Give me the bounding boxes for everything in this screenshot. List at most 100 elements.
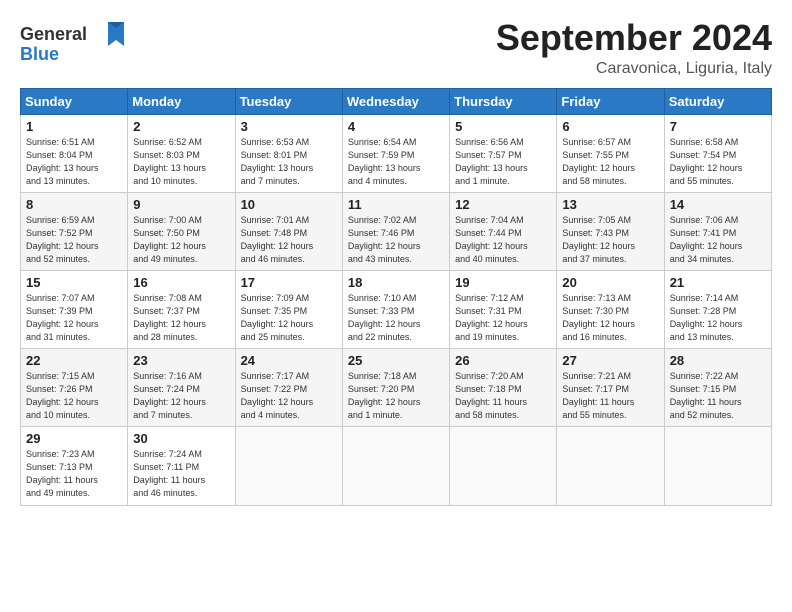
day-number: 26 — [455, 353, 552, 368]
calendar-cell: 18 Sunrise: 7:10 AM Sunset: 7:33 PM Dayli… — [342, 270, 449, 348]
calendar-cell: 9Sunrise: 7:00 AM Sunset: 7:50 PM Daylig… — [128, 192, 235, 270]
day-number: 25 — [348, 353, 445, 368]
svg-text:Blue: Blue — [20, 44, 59, 64]
logo-text: General Blue — [20, 18, 125, 69]
day-info: Sunrise: 7:13 AM Sunset: 7:30 PM Dayligh… — [562, 292, 659, 344]
calendar-table: SundayMondayTuesdayWednesdayThursdayFrid… — [20, 88, 772, 506]
logo: General Blue — [20, 18, 125, 69]
day-number: 6 — [562, 119, 659, 134]
weekday-header-tuesday: Tuesday — [235, 88, 342, 114]
day-number: 10 — [241, 197, 338, 212]
day-info: Sunrise: 7:23 AM Sunset: 7:13 PM Dayligh… — [26, 448, 123, 500]
day-info: Sunrise: 7:17 AM Sunset: 7:22 PM Dayligh… — [241, 370, 338, 422]
calendar-cell: 29 Sunrise: 7:23 AM Sunset: 7:13 PM Dayli… — [21, 427, 128, 505]
day-info: Sunrise: 7:05 AM Sunset: 7:43 PM Dayligh… — [562, 214, 659, 266]
calendar-cell: 27Sunrise: 7:21 AM Sunset: 7:17 PM Dayli… — [557, 349, 664, 427]
day-number: 29 — [26, 431, 123, 446]
day-number: 4 — [348, 119, 445, 134]
calendar-cell: 24 Sunrise: 7:17 AM Sunset: 7:22 PM Dayli… — [235, 349, 342, 427]
weekday-header-thursday: Thursday — [450, 88, 557, 114]
calendar-cell: 5 Sunrise: 6:56 AM Sunset: 7:57 PM Daylig… — [450, 114, 557, 192]
calendar-cell — [342, 427, 449, 505]
day-info: Sunrise: 6:59 AM Sunset: 7:52 PM Dayligh… — [26, 214, 123, 266]
day-number: 23 — [133, 353, 230, 368]
day-info: Sunrise: 6:52 AM Sunset: 8:03 PM Dayligh… — [133, 136, 230, 188]
weekday-header-wednesday: Wednesday — [342, 88, 449, 114]
day-info: Sunrise: 7:08 AM Sunset: 7:37 PM Dayligh… — [133, 292, 230, 344]
week-row-1: 1 Sunrise: 6:51 AM Sunset: 8:04 PM Daylig… — [21, 114, 772, 192]
calendar-cell: 21 Sunrise: 7:14 AM Sunset: 7:28 PM Dayli… — [664, 270, 771, 348]
page: General Blue September 2024 Caravonica, … — [0, 0, 792, 516]
calendar-cell: 8 Sunrise: 6:59 AM Sunset: 7:52 PM Daylig… — [21, 192, 128, 270]
calendar-cell: 13Sunrise: 7:05 AM Sunset: 7:43 PM Dayli… — [557, 192, 664, 270]
month-title: September 2024 — [496, 18, 772, 58]
day-number: 3 — [241, 119, 338, 134]
weekday-header-saturday: Saturday — [664, 88, 771, 114]
day-info: Sunrise: 7:06 AM Sunset: 7:41 PM Dayligh… — [670, 214, 767, 266]
day-info: Sunrise: 7:09 AM Sunset: 7:35 PM Dayligh… — [241, 292, 338, 344]
week-row-5: 29 Sunrise: 7:23 AM Sunset: 7:13 PM Dayli… — [21, 427, 772, 505]
day-number: 30 — [133, 431, 230, 446]
calendar-cell — [557, 427, 664, 505]
calendar-cell: 7 Sunrise: 6:58 AM Sunset: 7:54 PM Daylig… — [664, 114, 771, 192]
day-number: 11 — [348, 197, 445, 212]
day-number: 24 — [241, 353, 338, 368]
calendar-cell — [664, 427, 771, 505]
calendar-cell: 14 Sunrise: 7:06 AM Sunset: 7:41 PM Dayli… — [664, 192, 771, 270]
day-number: 16 — [133, 275, 230, 290]
week-row-3: 15 Sunrise: 7:07 AM Sunset: 7:39 PM Dayli… — [21, 270, 772, 348]
week-row-4: 22Sunrise: 7:15 AM Sunset: 7:26 PM Dayli… — [21, 349, 772, 427]
calendar-cell: 3 Sunrise: 6:53 AM Sunset: 8:01 PM Daylig… — [235, 114, 342, 192]
svg-text:General: General — [20, 24, 87, 44]
day-number: 9 — [133, 197, 230, 212]
day-number: 15 — [26, 275, 123, 290]
calendar-cell: 23 Sunrise: 7:16 AM Sunset: 7:24 PM Dayli… — [128, 349, 235, 427]
day-number: 18 — [348, 275, 445, 290]
day-info: Sunrise: 6:58 AM Sunset: 7:54 PM Dayligh… — [670, 136, 767, 188]
day-info: Sunrise: 7:15 AM Sunset: 7:26 PM Dayligh… — [26, 370, 123, 422]
day-info: Sunrise: 7:02 AM Sunset: 7:46 PM Dayligh… — [348, 214, 445, 266]
calendar-cell: 16 Sunrise: 7:08 AM Sunset: 7:37 PM Dayli… — [128, 270, 235, 348]
day-number: 2 — [133, 119, 230, 134]
day-number: 21 — [670, 275, 767, 290]
calendar-cell: 1 Sunrise: 6:51 AM Sunset: 8:04 PM Daylig… — [21, 114, 128, 192]
day-info: Sunrise: 6:53 AM Sunset: 8:01 PM Dayligh… — [241, 136, 338, 188]
calendar-cell — [235, 427, 342, 505]
calendar-cell: 6 Sunrise: 6:57 AM Sunset: 7:55 PM Daylig… — [557, 114, 664, 192]
day-info: Sunrise: 7:10 AM Sunset: 7:33 PM Dayligh… — [348, 292, 445, 344]
calendar-cell: 15 Sunrise: 7:07 AM Sunset: 7:39 PM Dayli… — [21, 270, 128, 348]
weekday-header-monday: Monday — [128, 88, 235, 114]
day-number: 1 — [26, 119, 123, 134]
location-title: Caravonica, Liguria, Italy — [496, 60, 772, 78]
day-info: Sunrise: 6:51 AM Sunset: 8:04 PM Dayligh… — [26, 136, 123, 188]
day-number: 27 — [562, 353, 659, 368]
day-info: Sunrise: 7:16 AM Sunset: 7:24 PM Dayligh… — [133, 370, 230, 422]
day-info: Sunrise: 7:12 AM Sunset: 7:31 PM Dayligh… — [455, 292, 552, 344]
calendar-cell: 30 Sunrise: 7:24 AM Sunset: 7:11 PM Dayli… — [128, 427, 235, 505]
calendar-cell: 19 Sunrise: 7:12 AM Sunset: 7:31 PM Dayli… — [450, 270, 557, 348]
day-info: Sunrise: 7:01 AM Sunset: 7:48 PM Dayligh… — [241, 214, 338, 266]
day-number: 5 — [455, 119, 552, 134]
day-number: 8 — [26, 197, 123, 212]
day-info: Sunrise: 7:14 AM Sunset: 7:28 PM Dayligh… — [670, 292, 767, 344]
day-info: Sunrise: 6:56 AM Sunset: 7:57 PM Dayligh… — [455, 136, 552, 188]
calendar-cell: 2 Sunrise: 6:52 AM Sunset: 8:03 PM Daylig… — [128, 114, 235, 192]
calendar-cell: 22Sunrise: 7:15 AM Sunset: 7:26 PM Dayli… — [21, 349, 128, 427]
day-info: Sunrise: 7:24 AM Sunset: 7:11 PM Dayligh… — [133, 448, 230, 500]
day-number: 19 — [455, 275, 552, 290]
day-number: 14 — [670, 197, 767, 212]
header: General Blue September 2024 Caravonica, … — [20, 18, 772, 78]
weekday-header-friday: Friday — [557, 88, 664, 114]
day-number: 7 — [670, 119, 767, 134]
day-number: 17 — [241, 275, 338, 290]
weekday-header-sunday: Sunday — [21, 88, 128, 114]
day-info: Sunrise: 7:20 AM Sunset: 7:18 PM Dayligh… — [455, 370, 552, 422]
calendar-cell: 26 Sunrise: 7:20 AM Sunset: 7:18 PM Dayli… — [450, 349, 557, 427]
day-number: 12 — [455, 197, 552, 212]
calendar-cell: 17 Sunrise: 7:09 AM Sunset: 7:35 PM Dayli… — [235, 270, 342, 348]
calendar-cell: 10 Sunrise: 7:01 AM Sunset: 7:48 PM Dayli… — [235, 192, 342, 270]
calendar-cell — [450, 427, 557, 505]
day-info: Sunrise: 7:07 AM Sunset: 7:39 PM Dayligh… — [26, 292, 123, 344]
calendar-cell: 12Sunrise: 7:04 AM Sunset: 7:44 PM Dayli… — [450, 192, 557, 270]
day-info: Sunrise: 6:57 AM Sunset: 7:55 PM Dayligh… — [562, 136, 659, 188]
